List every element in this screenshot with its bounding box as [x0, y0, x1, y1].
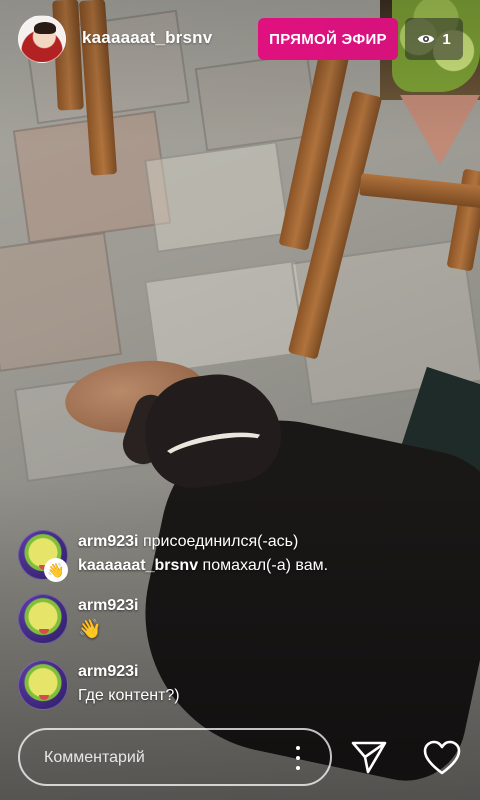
wave-hand-icon: 👋	[44, 558, 68, 582]
comment-username[interactable]: arm923i	[78, 594, 139, 618]
comment-text: 👋	[78, 619, 102, 640]
comment-username[interactable]: kaaaaaat_brsnv	[78, 557, 198, 574]
more-options-icon[interactable]	[296, 746, 300, 770]
broadcaster-avatar[interactable]	[18, 15, 66, 63]
live-header: kaaaaaat_brsnv ПРЯМОЙ ЭФИР 1	[0, 0, 480, 78]
heart-icon[interactable]	[423, 740, 461, 776]
commenter-avatar[interactable]	[18, 660, 68, 710]
comment-box	[18, 728, 332, 786]
viewer-count: 1	[442, 30, 451, 48]
comment-text: присоединился(-ась)	[138, 533, 299, 550]
comment-text: Где контент?)	[78, 687, 180, 704]
comment-username[interactable]: arm923i	[78, 533, 139, 550]
comment-bar	[0, 722, 480, 800]
live-badge: ПРЯМОЙ ЭФИР	[258, 18, 398, 60]
comment-username[interactable]: arm923i	[78, 660, 180, 684]
comment-input[interactable]	[42, 730, 286, 786]
send-icon[interactable]	[350, 738, 388, 776]
viewer-count-button[interactable]: 1	[405, 18, 463, 60]
eye-icon	[418, 35, 435, 43]
live-video-frame	[0, 0, 480, 800]
commenter-avatar[interactable]	[18, 594, 68, 644]
broadcaster-username[interactable]: kaaaaaat_brsnv	[82, 28, 212, 48]
comment-text: помахал(-а) вам.	[198, 557, 329, 574]
